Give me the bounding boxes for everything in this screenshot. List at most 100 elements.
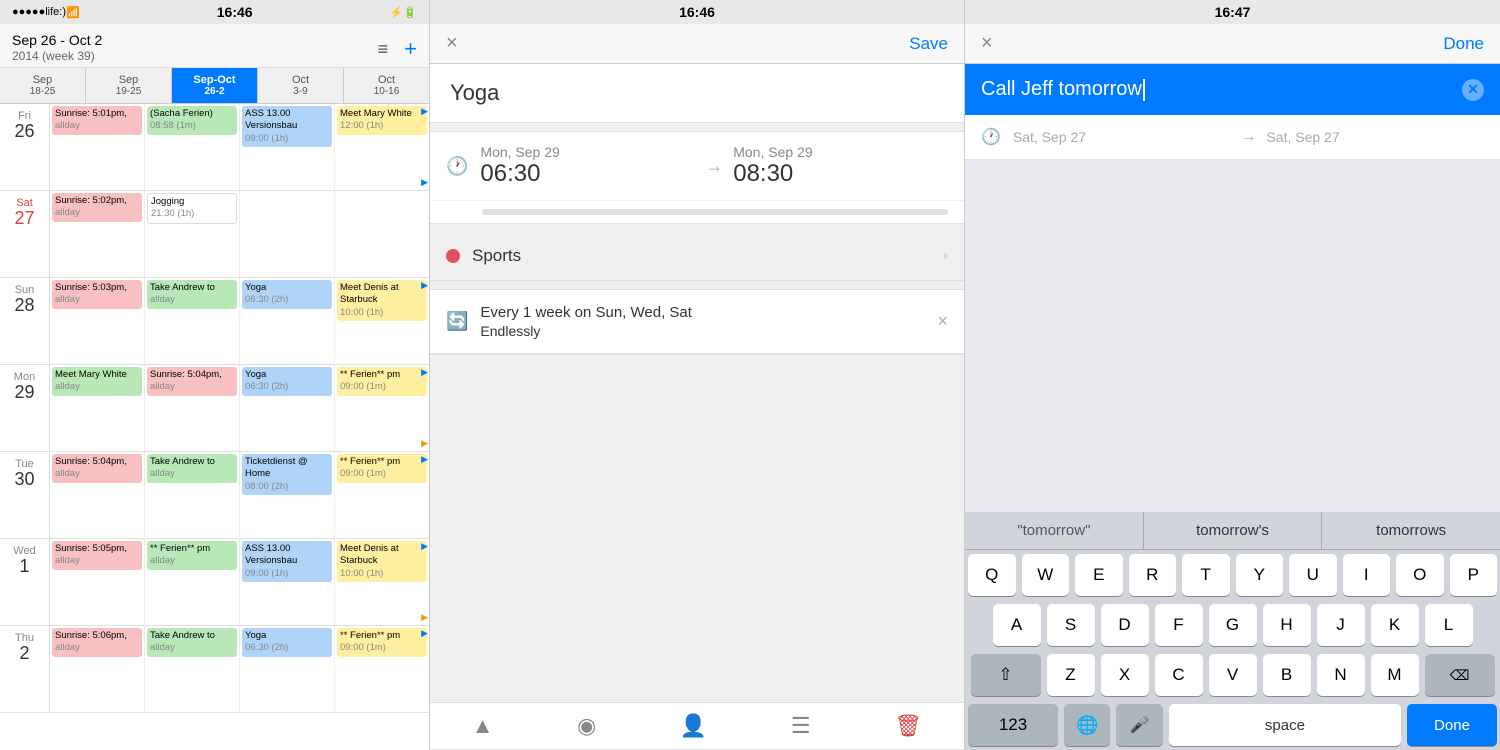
autocorrect-tomorrows2[interactable]: tomorrows [1322, 512, 1500, 549]
shift-key[interactable]: ⇧ [971, 654, 1041, 696]
key-b[interactable]: B [1263, 654, 1311, 696]
numbers-key[interactable]: 123 [968, 704, 1058, 746]
reminder-text-input[interactable]: Call Jeff tomorrow [981, 78, 1462, 101]
cell-mon29-3[interactable]: Yoga06:30 (2h) [240, 365, 335, 451]
cell-sun28-4[interactable]: Meet Denis at Starbuck10:00 (1h) ▶ [335, 278, 429, 364]
key-f[interactable]: F [1155, 604, 1203, 646]
nav-week-oct10[interactable]: Oct 10-16 [344, 68, 429, 103]
contact-button[interactable]: 👤 [680, 713, 707, 739]
done-key[interactable]: Done [1407, 704, 1497, 746]
key-t[interactable]: T [1182, 554, 1230, 596]
cell-sat27-3[interactable] [240, 191, 335, 277]
day-label-mon29: Mon 29 [0, 365, 50, 451]
list-item: Sunrise: 5:06pm,allday [52, 628, 142, 657]
delete-key[interactable]: ⌫ [1425, 654, 1495, 696]
cell-tue30-2[interactable]: Take Andrew toallday [145, 452, 240, 538]
alarm-button[interactable]: ▲ [472, 713, 494, 739]
key-m[interactable]: M [1371, 654, 1419, 696]
done-button[interactable]: Done [1443, 34, 1484, 54]
cell-sat27-1[interactable]: Sunrise: 5:02pm,allday [50, 191, 145, 277]
start-date-side[interactable]: Sat, Sep 27 [1013, 129, 1231, 145]
key-k[interactable]: K [1371, 604, 1419, 646]
save-button[interactable]: Save [909, 34, 948, 54]
start-time-side[interactable]: Mon, Sep 29 06:30 [480, 144, 695, 188]
key-j[interactable]: J [1317, 604, 1365, 646]
thu2-cells: Sunrise: 5:06pm,allday Take Andrew toall… [50, 626, 429, 712]
space-key[interactable]: space [1169, 704, 1401, 746]
event-title[interactable]: Yoga [450, 80, 944, 106]
list-item: Jogging21:30 (1h) [147, 193, 237, 224]
autocorrect-tomorrows[interactable]: tomorrow's [1144, 512, 1323, 549]
key-l[interactable]: L [1425, 604, 1473, 646]
repeat-clear-button[interactable]: × [937, 311, 948, 332]
cell-fri26-2[interactable]: (Sacha Ferien)08:58 (1m) [145, 104, 240, 190]
key-w[interactable]: W [1022, 554, 1070, 596]
end-date-side[interactable]: Sat, Sep 27 [1266, 129, 1484, 145]
cell-fri26-3[interactable]: ASS 13.00 Versionsbau09:00 (1h) [240, 104, 335, 190]
close-button[interactable]: × [446, 32, 458, 55]
key-h[interactable]: H [1263, 604, 1311, 646]
menu-button[interactable]: ≡ [378, 39, 389, 60]
cell-mon29-2[interactable]: Sunrise: 5:04pm,allday [145, 365, 240, 451]
date-range-title: Sep 26 - Oct 2 [12, 32, 102, 48]
key-y[interactable]: Y [1236, 554, 1284, 596]
cell-thu2-4[interactable]: ** Ferien** pm09:00 (1m) ▶ [335, 626, 429, 712]
key-r[interactable]: R [1129, 554, 1177, 596]
key-z[interactable]: Z [1047, 654, 1095, 696]
cell-sat27-4[interactable] [335, 191, 429, 277]
cell-thu2-1[interactable]: Sunrise: 5:06pm,allday [50, 626, 145, 712]
mic-key[interactable]: 🎤 [1116, 704, 1162, 746]
cell-mon29-4[interactable]: ** Ferien** pm09:00 (1m) ▶ ▶ [335, 365, 429, 451]
nav-week-sep26[interactable]: Sep-Oct 26-2 [172, 68, 258, 103]
repeat-info: Every 1 week on Sun, Wed, Sat Endlessly [480, 304, 937, 339]
location-button[interactable]: ◉ [577, 713, 596, 739]
key-o[interactable]: O [1396, 554, 1444, 596]
key-q[interactable]: Q [968, 554, 1016, 596]
key-g[interactable]: G [1209, 604, 1257, 646]
reminder-input-section[interactable]: Call Jeff tomorrow ✕ [965, 64, 1500, 115]
tue30-cells: Sunrise: 5:04pm,allday Take Andrew toall… [50, 452, 429, 538]
key-e[interactable]: E [1075, 554, 1123, 596]
notes-button[interactable]: ☰ [791, 713, 811, 739]
autocorrect-tomorrow-quoted[interactable]: "tomorrow" [965, 512, 1144, 549]
cell-thu2-3[interactable]: Yoga06:30 (2h) [240, 626, 335, 712]
cell-wed1-3[interactable]: ASS 13.00 Versionsbau09:00 (1h) [240, 539, 335, 625]
key-s[interactable]: S [1047, 604, 1095, 646]
list-item: Yoga06:30 (2h) [242, 367, 332, 396]
key-c[interactable]: C [1155, 654, 1203, 696]
close-button[interactable]: × [981, 32, 993, 55]
add-event-button[interactable]: + [404, 36, 417, 62]
nav-week-oct3[interactable]: Oct 3-9 [258, 68, 344, 103]
cell-tue30-1[interactable]: Sunrise: 5:04pm,allday [50, 452, 145, 538]
cell-wed1-1[interactable]: Sunrise: 5:05pm,allday [50, 539, 145, 625]
cell-fri26-1[interactable]: Sunrise: 5:01pm,allday [50, 104, 145, 190]
week-label: 2014 (week 39) [12, 49, 102, 63]
nav-week-sep19[interactable]: Sep 19-25 [86, 68, 172, 103]
cell-mon29-1[interactable]: Meet Mary Whiteallday [50, 365, 145, 451]
key-d[interactable]: D [1101, 604, 1149, 646]
end-time-side[interactable]: Mon, Sep 29 08:30 [733, 144, 948, 188]
key-n[interactable]: N [1317, 654, 1365, 696]
key-a[interactable]: A [993, 604, 1041, 646]
globe-key[interactable]: 🌐 [1064, 704, 1110, 746]
delete-button[interactable]: 🗑 [894, 713, 922, 739]
nav-week-sep18[interactable]: Sep 18-25 [0, 68, 86, 103]
cell-tue30-4[interactable]: ** Ferien** pm09:00 (1m) ▶ [335, 452, 429, 538]
cell-sun28-2[interactable]: Take Andrew toallday [145, 278, 240, 364]
key-u[interactable]: U [1289, 554, 1337, 596]
repeat-sub: Endlessly [480, 323, 937, 339]
clear-input-button[interactable]: ✕ [1462, 79, 1484, 101]
key-v[interactable]: V [1209, 654, 1257, 696]
cell-fri26-4[interactable]: Meet Mary White12:00 (1h) ▶ ▶ [335, 104, 429, 190]
key-p[interactable]: P [1450, 554, 1498, 596]
cell-sun28-1[interactable]: Sunrise: 5:03pm,allday [50, 278, 145, 364]
cell-sat27-2[interactable]: Jogging21:30 (1h) [145, 191, 240, 277]
cell-wed1-2[interactable]: ** Ferien** pmallday [145, 539, 240, 625]
key-x[interactable]: X [1101, 654, 1149, 696]
key-i[interactable]: I [1343, 554, 1391, 596]
cell-wed1-4[interactable]: Meet Denis at Starbuck10:00 (1h) ▶ ▶ [335, 539, 429, 625]
cell-sun28-3[interactable]: Yoga06:30 (2h) [240, 278, 335, 364]
cell-tue30-3[interactable]: Ticketdienst @ Home08:00 (2h) [240, 452, 335, 538]
cell-thu2-2[interactable]: Take Andrew toallday [145, 626, 240, 712]
calendar-selector[interactable]: Sports › [430, 232, 964, 281]
